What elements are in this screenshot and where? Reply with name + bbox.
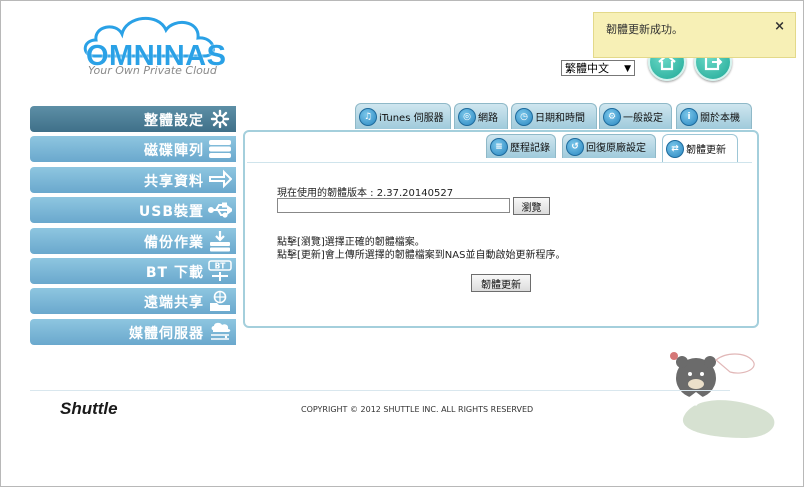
tab-about[interactable]: i 關於本機 [676, 103, 752, 129]
bear-mascot-watermark [670, 352, 775, 438]
sidebar-item-general-settings[interactable]: 整體設定 [30, 106, 236, 132]
tab-label: 歷程記錄 [510, 143, 550, 154]
sidebar-item-label: BT 下載 [145, 264, 204, 281]
sidebar-item-label: 遠端共享 [144, 295, 204, 312]
share-arrow-icon [209, 169, 232, 189]
language-select[interactable]: 繁體中文 ▼ [561, 60, 635, 76]
tab-history-log[interactable]: ≡ 歷程記錄 [486, 134, 556, 158]
tab-label: 一般設定 [623, 113, 663, 124]
tab-label: 韌體更新 [686, 145, 726, 156]
tab-network[interactable]: ◎ 網路 [454, 103, 508, 129]
language-selected: 繁體中文 [565, 62, 609, 75]
current-firmware-version: 現在使用的韌體版本 : 2.37.20140527 [277, 188, 454, 199]
clock-icon: ◷ [515, 107, 533, 126]
shuttle-logo: Shuttle [60, 399, 118, 418]
hint-update: 點擊[更新]會上傳所選擇的韌體檔案到NAS並自動啟始更新程序。 [277, 250, 566, 261]
tab-label: 回復原廠設定 [586, 143, 646, 154]
settings-icon [210, 109, 230, 129]
tab-label: 網路 [478, 113, 498, 124]
firmware-file-input[interactable] [277, 198, 510, 213]
sidebar-menu: 整體設定 磁碟陣列 共享資料 USB裝置 備份作業 BT 下載 BT 遠端共享 … [30, 106, 236, 349]
sub-tab-divider [247, 162, 752, 163]
tab-label: 日期和時間 [535, 113, 585, 124]
tab-label: 關於本機 [700, 113, 740, 124]
omninas-logo: OMNINAS Your Own Private Cloud [82, 10, 232, 80]
sidebar-item-label: 共享資料 [144, 173, 204, 190]
sidebar-item-media-server[interactable]: 媒體伺服器 [30, 318, 236, 345]
sidebar-item-backup[interactable]: 備份作業 [30, 227, 236, 254]
close-icon[interactable]: × [774, 19, 785, 34]
tab-firmware-update[interactable]: ⇄ 韌體更新 [662, 134, 738, 162]
media-server-icon [211, 322, 231, 340]
log-icon: ≡ [490, 137, 508, 156]
sidebar-item-remote-share[interactable]: 遠端共享 [30, 288, 236, 315]
general-settings-icon: ⚙ [603, 107, 621, 126]
tab-general-settings[interactable]: ⚙ 一般設定 [599, 103, 672, 129]
logo-tagline: Your Own Private Cloud [88, 64, 217, 77]
sidebar-item-disk-array[interactable]: 磁碟陣列 [30, 136, 236, 163]
sidebar-item-bt-download[interactable]: BT 下載 BT [30, 257, 236, 284]
notification-message: 韌體更新成功。 [606, 23, 683, 36]
remote-share-icon [210, 291, 230, 312]
sidebar-item-label: 媒體伺服器 [129, 325, 204, 342]
copyright-text: COPYRIGHT © 2012 SHUTTLE INC. ALL RIGHTS… [301, 405, 534, 414]
sidebar-item-label: 整體設定 [144, 113, 204, 129]
sidebar-item-label: 磁碟陣列 [144, 143, 204, 160]
browse-button[interactable]: 瀏覽 [513, 197, 550, 215]
tab-factory-reset[interactable]: ↺ 回復原廠設定 [562, 134, 656, 158]
bt-badge: BT [215, 261, 227, 270]
sidebar-item-label: USB裝置 [138, 204, 204, 221]
tab-itunes-server[interactable]: ♫ iTunes 伺服器 [355, 103, 451, 129]
bt-download-icon: BT [208, 260, 232, 281]
footer-divider [30, 390, 730, 391]
network-icon: ◎ [458, 107, 476, 126]
chevron-down-icon: ▼ [624, 64, 631, 74]
sidebar-item-shared-data[interactable]: 共享資料 [30, 166, 236, 193]
tab-date-time[interactable]: ◷ 日期和時間 [511, 103, 597, 129]
firmware-icon: ⇄ [666, 139, 684, 158]
info-icon: i [680, 107, 698, 126]
success-notification: 韌體更新成功。 × [593, 12, 796, 58]
sidebar-item-usb[interactable]: USB裝置 [30, 197, 236, 224]
firmware-update-button[interactable]: 韌體更新 [471, 274, 531, 292]
sidebar-item-label: 備份作業 [144, 234, 204, 251]
restore-icon: ↺ [566, 137, 584, 156]
tab-label: iTunes 伺服器 [379, 113, 444, 124]
backup-icon [210, 230, 230, 252]
usb-icon [208, 202, 232, 218]
music-note-icon: ♫ [359, 107, 377, 126]
disk-array-icon [209, 140, 231, 159]
